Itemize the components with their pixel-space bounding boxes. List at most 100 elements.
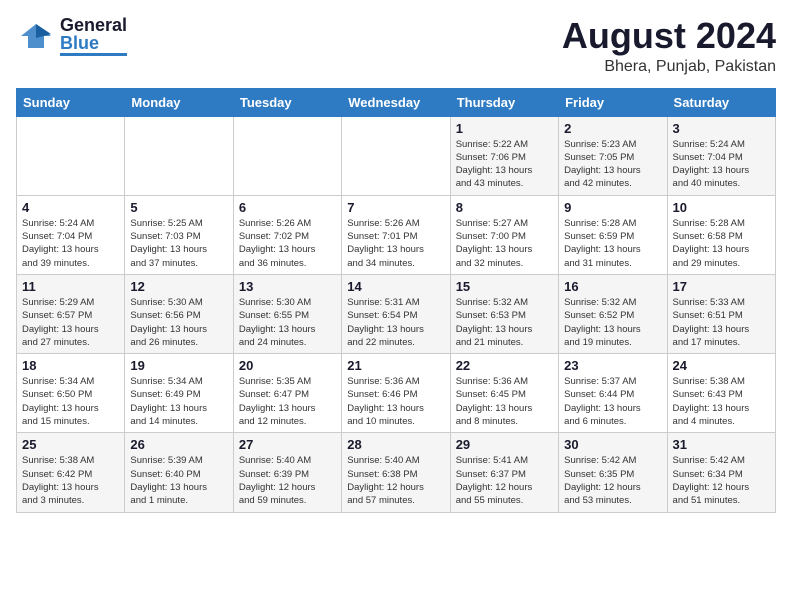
col-tuesday: Tuesday [233,88,341,116]
calendar-cell: 28 Sunrise: 5:40 AM Sunset: 6:38 PM Dayli… [342,433,450,512]
day-detail: Sunrise: 5:23 AM Sunset: 7:05 PM Dayligh… [564,138,661,191]
day-number: 28 [347,437,444,452]
day-detail: Sunrise: 5:28 AM Sunset: 6:59 PM Dayligh… [564,217,661,270]
day-number: 19 [130,358,227,373]
day-detail: Sunrise: 5:32 AM Sunset: 6:52 PM Dayligh… [564,296,661,349]
col-monday: Monday [125,88,233,116]
day-number: 13 [239,279,336,294]
logo: General Blue [16,16,127,56]
day-detail: Sunrise: 5:26 AM Sunset: 7:02 PM Dayligh… [239,217,336,270]
day-number: 25 [22,437,119,452]
logo-underline [60,53,127,56]
calendar-cell: 22Sunrise: 5:36 AM Sunset: 6:45 PM Dayli… [450,354,558,433]
calendar-cell: 11 Sunrise: 5:29 AM Sunset: 6:57 PM Dayli… [17,274,125,353]
day-detail: Sunrise: 5:34 AM Sunset: 6:49 PM Dayligh… [130,375,227,428]
subtitle: Bhera, Punjab, Pakistan [562,58,776,76]
calendar-cell: 3 Sunrise: 5:24 AM Sunset: 7:04 PM Daylig… [667,116,775,195]
day-detail: Sunrise: 5:35 AM Sunset: 6:47 PM Dayligh… [239,375,336,428]
day-number: 2 [564,121,661,136]
col-sunday: Sunday [17,88,125,116]
day-number: 23 [564,358,661,373]
day-detail: Sunrise: 5:27 AM Sunset: 7:00 PM Dayligh… [456,217,553,270]
col-friday: Friday [559,88,667,116]
calendar-cell: 14 Sunrise: 5:31 AM Sunset: 6:54 PM Dayli… [342,274,450,353]
calendar-cell: 10Sunrise: 5:28 AM Sunset: 6:58 PM Dayli… [667,195,775,274]
day-detail: Sunrise: 5:42 AM Sunset: 6:35 PM Dayligh… [564,454,661,507]
calendar-cell: 30 Sunrise: 5:42 AM Sunset: 6:35 PM Dayli… [559,433,667,512]
logo-blue-text: Blue [60,34,127,52]
title-block: August 2024 Bhera, Punjab, Pakistan [562,16,776,76]
day-detail: Sunrise: 5:40 AM Sunset: 6:39 PM Dayligh… [239,454,336,507]
col-saturday: Saturday [667,88,775,116]
day-number: 5 [130,200,227,215]
day-detail: Sunrise: 5:31 AM Sunset: 6:54 PM Dayligh… [347,296,444,349]
calendar-table: Sunday Monday Tuesday Wednesday Thursday… [16,88,776,513]
calendar-week-1: 1 Sunrise: 5:22 AM Sunset: 7:06 PM Daylig… [17,116,776,195]
day-number: 11 [22,279,119,294]
calendar-cell: 26Sunrise: 5:39 AM Sunset: 6:40 PM Dayli… [125,433,233,512]
calendar-cell [125,116,233,195]
calendar-cell: 8 Sunrise: 5:27 AM Sunset: 7:00 PM Daylig… [450,195,558,274]
day-number: 14 [347,279,444,294]
calendar-cell: 31 Sunrise: 5:42 AM Sunset: 6:34 PM Dayli… [667,433,775,512]
day-detail: Sunrise: 5:40 AM Sunset: 6:38 PM Dayligh… [347,454,444,507]
logo-icon [16,16,56,56]
day-number: 7 [347,200,444,215]
day-detail: Sunrise: 5:24 AM Sunset: 7:04 PM Dayligh… [22,217,119,270]
calendar-week-4: 18 Sunrise: 5:34 AM Sunset: 6:50 PM Dayli… [17,354,776,433]
calendar-week-5: 25 Sunrise: 5:38 AM Sunset: 6:42 PM Dayli… [17,433,776,512]
calendar-cell: 6 Sunrise: 5:26 AM Sunset: 7:02 PM Daylig… [233,195,341,274]
day-detail: Sunrise: 5:25 AM Sunset: 7:03 PM Dayligh… [130,217,227,270]
calendar-cell: 2 Sunrise: 5:23 AM Sunset: 7:05 PM Daylig… [559,116,667,195]
calendar-cell [233,116,341,195]
calendar-cell: 12Sunrise: 5:30 AM Sunset: 6:56 PM Dayli… [125,274,233,353]
day-number: 12 [130,279,227,294]
calendar-cell [342,116,450,195]
day-number: 31 [673,437,770,452]
day-number: 16 [564,279,661,294]
calendar-cell: 23 Sunrise: 5:37 AM Sunset: 6:44 PM Dayli… [559,354,667,433]
calendar-cell: 4 Sunrise: 5:24 AM Sunset: 7:04 PM Daylig… [17,195,125,274]
day-detail: Sunrise: 5:38 AM Sunset: 6:42 PM Dayligh… [22,454,119,507]
calendar-cell: 5 Sunrise: 5:25 AM Sunset: 7:03 PM Daylig… [125,195,233,274]
day-detail: Sunrise: 5:26 AM Sunset: 7:01 PM Dayligh… [347,217,444,270]
day-detail: Sunrise: 5:37 AM Sunset: 6:44 PM Dayligh… [564,375,661,428]
day-number: 10 [673,200,770,215]
day-number: 3 [673,121,770,136]
day-detail: Sunrise: 5:22 AM Sunset: 7:06 PM Dayligh… [456,138,553,191]
day-detail: Sunrise: 5:42 AM Sunset: 6:34 PM Dayligh… [673,454,770,507]
day-number: 29 [456,437,553,452]
calendar-header: Sunday Monday Tuesday Wednesday Thursday… [17,88,776,116]
calendar-cell: 24Sunrise: 5:38 AM Sunset: 6:43 PM Dayli… [667,354,775,433]
logo-name: General Blue [60,16,127,56]
day-number: 8 [456,200,553,215]
day-detail: Sunrise: 5:36 AM Sunset: 6:46 PM Dayligh… [347,375,444,428]
day-number: 17 [673,279,770,294]
day-number: 30 [564,437,661,452]
day-number: 1 [456,121,553,136]
day-number: 21 [347,358,444,373]
header-row: Sunday Monday Tuesday Wednesday Thursday… [17,88,776,116]
col-wednesday: Wednesday [342,88,450,116]
day-number: 20 [239,358,336,373]
logo-general-text: General [60,16,127,34]
day-number: 18 [22,358,119,373]
day-detail: Sunrise: 5:33 AM Sunset: 6:51 PM Dayligh… [673,296,770,349]
day-detail: Sunrise: 5:38 AM Sunset: 6:43 PM Dayligh… [673,375,770,428]
calendar-cell: 17 Sunrise: 5:33 AM Sunset: 6:51 PM Dayli… [667,274,775,353]
day-detail: Sunrise: 5:34 AM Sunset: 6:50 PM Dayligh… [22,375,119,428]
calendar-cell: 15Sunrise: 5:32 AM Sunset: 6:53 PM Dayli… [450,274,558,353]
calendar-cell: 18 Sunrise: 5:34 AM Sunset: 6:50 PM Dayli… [17,354,125,433]
day-detail: Sunrise: 5:24 AM Sunset: 7:04 PM Dayligh… [673,138,770,191]
col-thursday: Thursday [450,88,558,116]
day-detail: Sunrise: 5:32 AM Sunset: 6:53 PM Dayligh… [456,296,553,349]
day-detail: Sunrise: 5:29 AM Sunset: 6:57 PM Dayligh… [22,296,119,349]
calendar-cell: 25 Sunrise: 5:38 AM Sunset: 6:42 PM Dayli… [17,433,125,512]
main-title: August 2024 [562,16,776,56]
calendar-body: 1 Sunrise: 5:22 AM Sunset: 7:06 PM Daylig… [17,116,776,512]
day-number: 4 [22,200,119,215]
day-detail: Sunrise: 5:39 AM Sunset: 6:40 PM Dayligh… [130,454,227,507]
day-number: 6 [239,200,336,215]
page-header: General Blue August 2024 Bhera, Punjab, … [16,16,776,76]
calendar-cell: 29Sunrise: 5:41 AM Sunset: 6:37 PM Dayli… [450,433,558,512]
